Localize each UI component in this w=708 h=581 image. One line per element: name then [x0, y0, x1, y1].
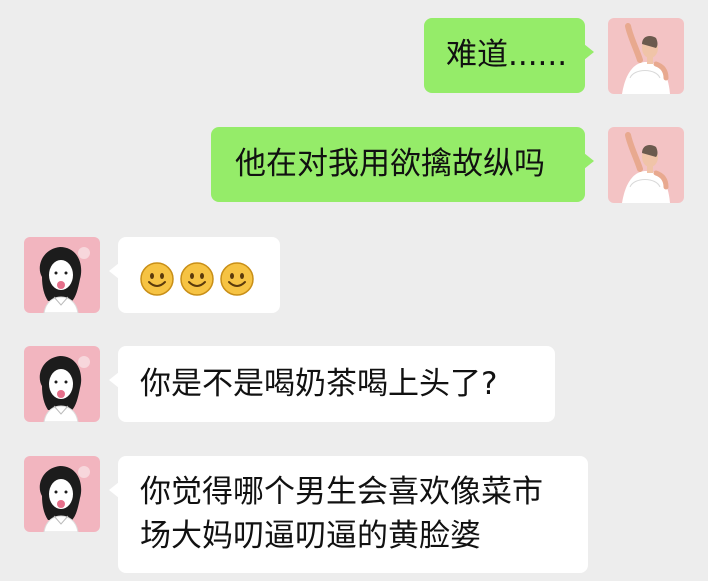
chat-window: 难道...... 他在对我用欲擒故纵吗 你是不是喝奶茶喝上头了? 你觉得哪个男生… — [0, 0, 708, 581]
message-bubble-outgoing[interactable]: 难道...... — [424, 18, 594, 93]
message-text-line: 场大妈叨逼叨逼的黄脸婆 — [140, 518, 481, 554]
avatar-woman-bubblegum-image — [24, 346, 100, 422]
message-bubble-outgoing[interactable]: 他在对我用欲擒故纵吗 — [211, 127, 594, 202]
contact-avatar[interactable] — [24, 237, 100, 313]
message-bubble-incoming[interactable]: 你是不是喝奶茶喝上头了? — [109, 346, 555, 422]
avatar-woman-stretching-image — [608, 18, 684, 94]
smile-emoji-icon — [220, 261, 254, 296]
message-bubble-incoming[interactable] — [109, 237, 280, 313]
smile-emoji-icon — [180, 261, 214, 296]
message-text: 你是不是喝奶茶喝上头了? — [140, 366, 498, 402]
contact-avatar[interactable] — [24, 346, 100, 422]
smile-emoji-icon — [140, 261, 174, 296]
message-bubble-incoming[interactable]: 你觉得哪个男生会喜欢像菜市 场大妈叨逼叨逼的黄脸婆 — [109, 456, 588, 573]
contact-avatar[interactable] — [24, 456, 100, 532]
my-avatar[interactable] — [608, 18, 684, 94]
message-text-line: 你觉得哪个男生会喜欢像菜市 — [140, 474, 543, 510]
my-avatar[interactable] — [608, 127, 684, 203]
avatar-woman-bubblegum-image — [24, 456, 100, 532]
message-text: 难道...... — [446, 37, 568, 73]
message-text: 他在对我用欲擒故纵吗 — [235, 146, 545, 182]
avatar-woman-bubblegum-image — [24, 237, 100, 313]
avatar-woman-stretching-image — [608, 127, 684, 203]
